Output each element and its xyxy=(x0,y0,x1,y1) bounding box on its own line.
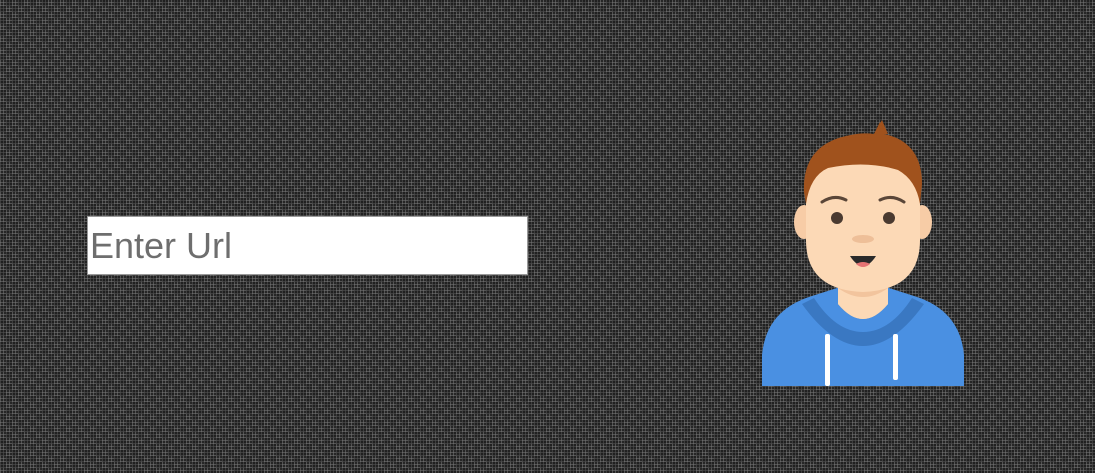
url-input[interactable] xyxy=(87,216,528,275)
user-avatar-icon xyxy=(762,120,964,386)
